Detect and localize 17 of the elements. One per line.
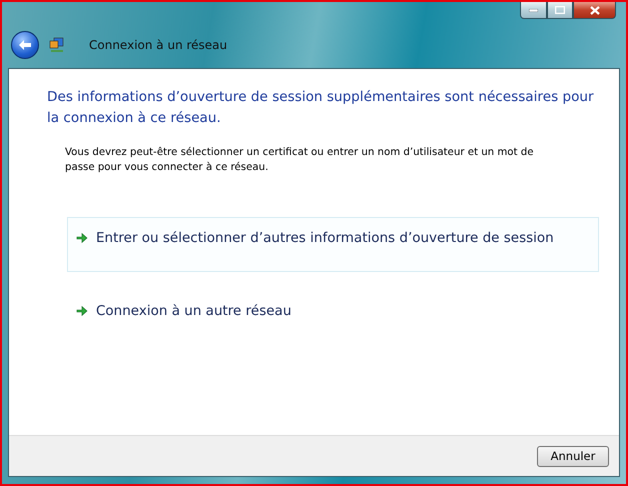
maximize-button[interactable] — [547, 2, 573, 19]
arrow-icon — [76, 305, 88, 317]
minimize-icon — [529, 8, 538, 12]
heading: Des informations d’ouverture de session supplémentaires sont nécessaires pour la connexion à ce réseau. — [47, 88, 595, 128]
network-icon — [49, 37, 65, 53]
command-link[interactable]: Entrer ou sélectionner d’autres informations d’ouverture de session — [67, 217, 599, 272]
description: Vous devrez peut-être sélectionner un certificat ou entrer un nom d’utilisateur et un mot de passe pour vous connecter à ce réseau. — [65, 146, 534, 175]
command-link[interactable]: Connexion à un autre réseau — [67, 290, 599, 345]
maximize-icon — [555, 6, 565, 14]
back-button[interactable] — [11, 31, 39, 59]
arrow-icon — [76, 232, 88, 244]
window-title: Connexion à un réseau — [89, 38, 228, 52]
close-button[interactable] — [573, 2, 616, 19]
close-icon — [590, 6, 600, 14]
back-arrow-icon — [18, 39, 32, 51]
cancel-button[interactable]: Annuler — [537, 446, 609, 466]
minimize-button[interactable] — [520, 2, 547, 19]
